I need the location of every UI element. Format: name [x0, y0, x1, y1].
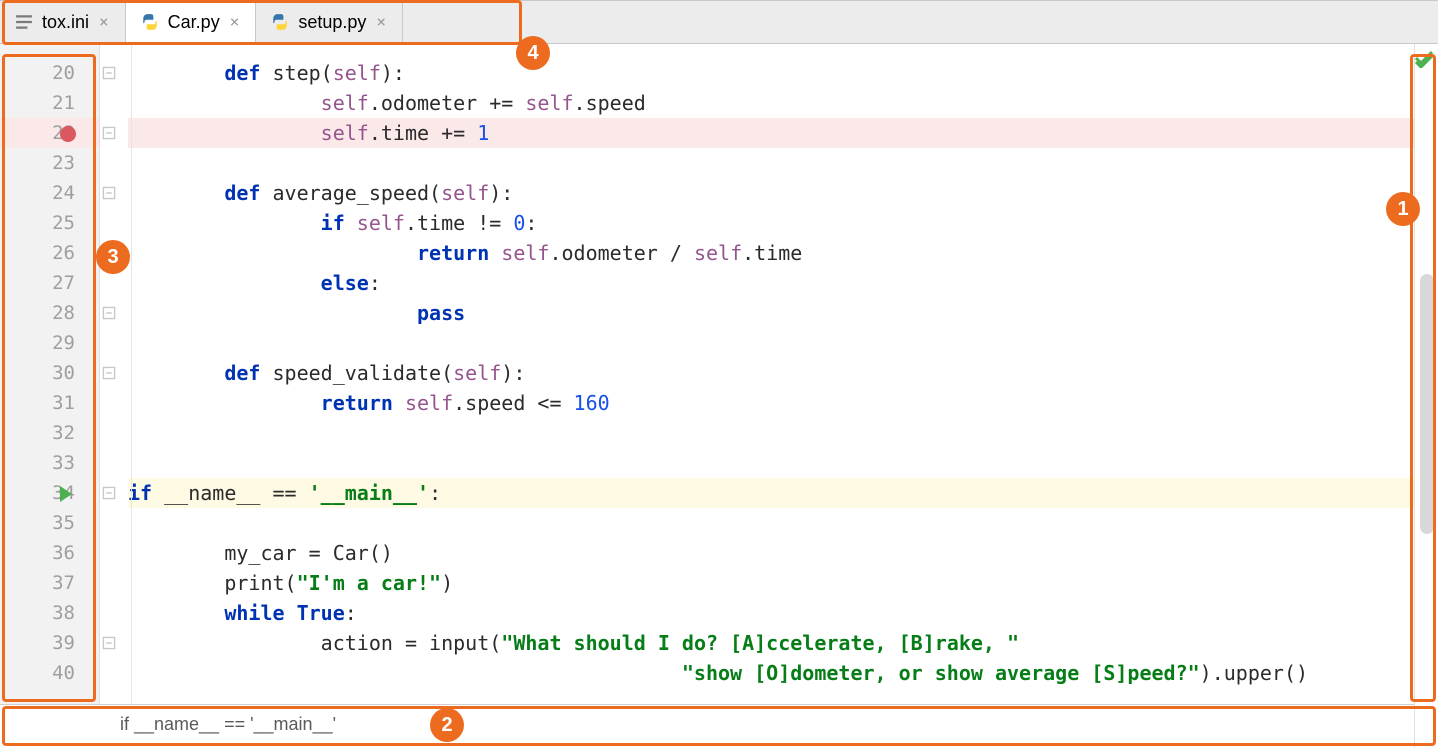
code-line[interactable]: else:: [128, 268, 1438, 298]
code-line[interactable]: my_car = Car(): [128, 538, 1438, 568]
callout-4: 4: [516, 36, 550, 70]
line-number[interactable]: 40: [0, 658, 99, 688]
editor-area: 2021222324252627282930313233343536373839…: [0, 44, 1438, 704]
close-icon[interactable]: ×: [228, 14, 242, 30]
code-line[interactable]: "show [O]dometer, or show average [S]pee…: [128, 658, 1438, 688]
scrollbar-thumb[interactable]: [1420, 274, 1434, 534]
fold-row[interactable]: [100, 478, 128, 508]
tab-tox-ini[interactable]: tox.ini ×: [0, 1, 126, 43]
fold-row[interactable]: [100, 58, 128, 88]
fold-toggle-icon[interactable]: [102, 636, 116, 650]
editor-tabbar: tox.ini × Car.py × setup.py ×: [0, 0, 1438, 44]
fold-row[interactable]: [100, 658, 128, 688]
fold-toggle-icon[interactable]: [102, 66, 116, 80]
tab-setup-py[interactable]: setup.py ×: [256, 1, 403, 43]
fold-row[interactable]: [100, 178, 128, 208]
fold-row[interactable]: [100, 148, 128, 178]
line-number[interactable]: 21: [0, 88, 99, 118]
close-icon[interactable]: ×: [97, 14, 111, 30]
fold-column[interactable]: [100, 44, 128, 704]
tab-label: Car.py: [168, 12, 220, 33]
fold-row[interactable]: [100, 628, 128, 658]
code-line[interactable]: action = input("What should I do? [A]cce…: [128, 628, 1438, 658]
code-line[interactable]: [128, 418, 1438, 448]
fold-toggle-icon[interactable]: [102, 186, 116, 200]
code-area[interactable]: def step(self): self.odometer += self.sp…: [128, 44, 1438, 704]
code-line[interactable]: if __name__ == '__main__':: [128, 478, 1438, 508]
callout-1: 1: [1386, 192, 1420, 226]
fold-row[interactable]: [100, 598, 128, 628]
line-number[interactable]: 36: [0, 538, 99, 568]
python-file-icon: [270, 12, 290, 32]
run-gutter-icon[interactable]: [60, 486, 72, 502]
code-line[interactable]: return self.speed <= 160: [128, 388, 1438, 418]
code-line[interactable]: return self.odometer / self.time: [128, 238, 1438, 268]
code-line[interactable]: [128, 448, 1438, 478]
line-number[interactable]: 22: [0, 118, 99, 148]
fold-row[interactable]: [100, 298, 128, 328]
fold-row[interactable]: [100, 88, 128, 118]
fold-toggle-icon[interactable]: [102, 486, 116, 500]
breakpoint-icon[interactable]: [60, 126, 76, 142]
fold-row[interactable]: [100, 328, 128, 358]
fold-row[interactable]: [100, 568, 128, 598]
tab-label: setup.py: [298, 12, 366, 33]
line-number[interactable]: 25: [0, 208, 99, 238]
fold-row[interactable]: [100, 388, 128, 418]
code-line[interactable]: self.time += 1: [128, 118, 1438, 148]
line-number[interactable]: 37: [0, 568, 99, 598]
code-line[interactable]: print("I'm a car!"): [128, 568, 1438, 598]
code-line[interactable]: self.odometer += self.speed: [128, 88, 1438, 118]
fold-row[interactable]: [100, 508, 128, 538]
line-number[interactable]: 20: [0, 58, 99, 88]
fold-row[interactable]: [100, 118, 128, 148]
gutter[interactable]: 2021222324252627282930313233343536373839…: [0, 44, 100, 704]
line-number[interactable]: 29: [0, 328, 99, 358]
line-number[interactable]: 23: [0, 148, 99, 178]
line-number[interactable]: 30: [0, 358, 99, 388]
fold-toggle-icon[interactable]: [102, 126, 116, 140]
line-number[interactable]: 27: [0, 268, 99, 298]
callout-3: 3: [96, 240, 130, 274]
fold-row[interactable]: [100, 538, 128, 568]
close-icon[interactable]: ×: [374, 14, 388, 30]
breadcrumb-bar[interactable]: if __name__ == '__main__': [0, 704, 1438, 744]
line-number[interactable]: 38: [0, 598, 99, 628]
code-line[interactable]: [128, 328, 1438, 358]
line-number[interactable]: 31: [0, 388, 99, 418]
error-stripe[interactable]: [1414, 44, 1438, 748]
fold-row[interactable]: [100, 448, 128, 478]
callout-2: 2: [430, 708, 464, 742]
line-number[interactable]: 33: [0, 448, 99, 478]
inspection-ok-icon: [1414, 48, 1434, 72]
line-number[interactable]: 39: [0, 628, 99, 658]
code-line[interactable]: [128, 148, 1438, 178]
fold-toggle-icon[interactable]: [102, 366, 116, 380]
code-line[interactable]: if self.time != 0:: [128, 208, 1438, 238]
tab-car-py[interactable]: Car.py ×: [126, 1, 257, 44]
breadcrumb-segment[interactable]: if __name__ == '__main__': [120, 714, 336, 735]
line-number[interactable]: 26: [0, 238, 99, 268]
code-line[interactable]: pass: [128, 298, 1438, 328]
code-line[interactable]: def speed_validate(self):: [128, 358, 1438, 388]
code-line[interactable]: [128, 508, 1438, 538]
fold-row[interactable]: [100, 208, 128, 238]
line-number[interactable]: 35: [0, 508, 99, 538]
line-number[interactable]: 24: [0, 178, 99, 208]
ini-file-icon: [14, 12, 34, 32]
line-number[interactable]: 32: [0, 418, 99, 448]
code-line[interactable]: while True:: [128, 598, 1438, 628]
line-number[interactable]: 34: [0, 478, 99, 508]
code-line[interactable]: def step(self):: [128, 58, 1438, 88]
fold-row[interactable]: [100, 418, 128, 448]
fold-toggle-icon[interactable]: [102, 306, 116, 320]
code-line[interactable]: def average_speed(self):: [128, 178, 1438, 208]
line-number[interactable]: 28: [0, 298, 99, 328]
fold-row[interactable]: [100, 358, 128, 388]
tab-label: tox.ini: [42, 12, 89, 33]
python-file-icon: [140, 12, 160, 32]
